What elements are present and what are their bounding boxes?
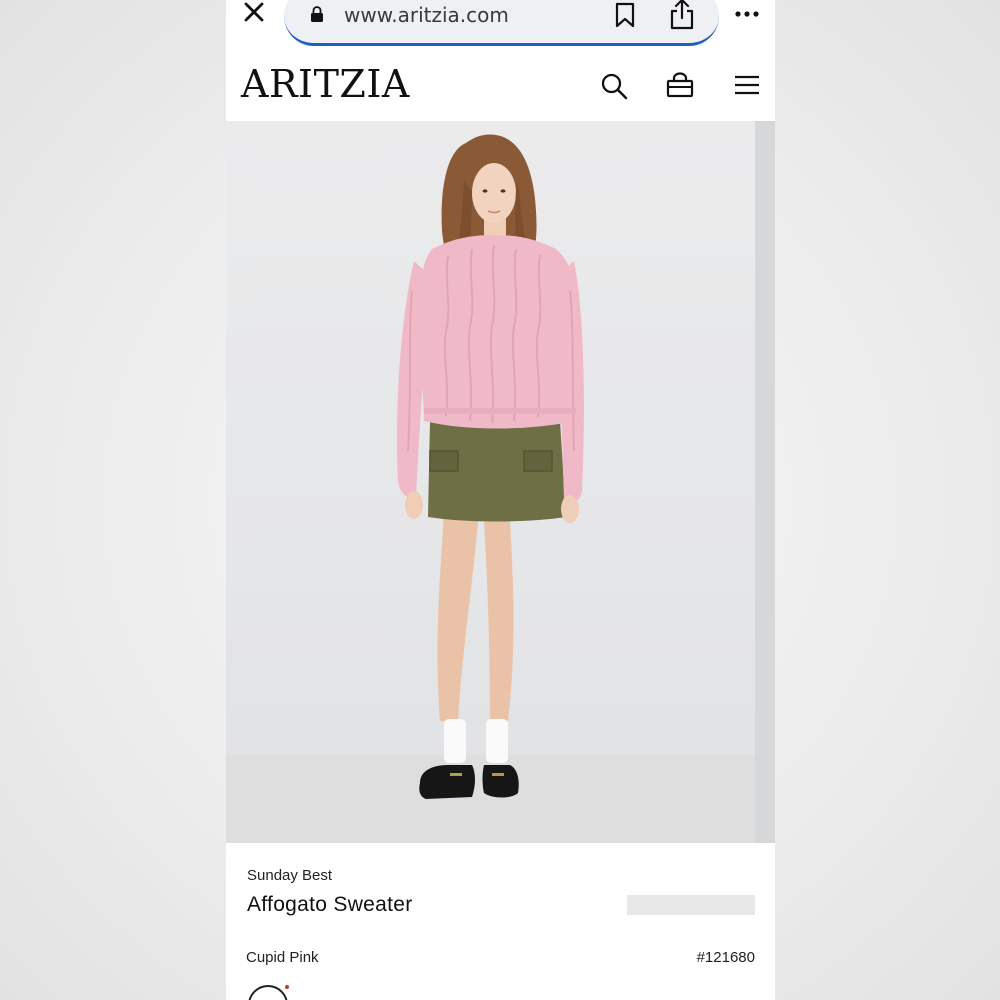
product-brand[interactable]: Sunday Best	[247, 867, 332, 884]
sweater-shape	[420, 235, 578, 429]
bookmark-icon	[615, 2, 635, 28]
bag-icon	[666, 72, 694, 98]
color-swatch[interactable]	[248, 985, 288, 1000]
close-icon	[244, 2, 264, 22]
close-button[interactable]	[240, 0, 268, 28]
share-icon	[670, 0, 694, 30]
swatch-indicator-dot	[285, 985, 289, 989]
lock-icon	[311, 6, 323, 22]
url-text: www.aritzia.com	[344, 3, 509, 27]
bookmark-button[interactable]	[614, 2, 636, 28]
more-options-button[interactable]	[734, 6, 760, 22]
share-button[interactable]	[669, 0, 695, 30]
price-placeholder	[627, 895, 755, 915]
shopping-bag-button[interactable]	[666, 72, 694, 98]
site-header: ARITZIA	[226, 50, 775, 121]
selected-color-name: Cupid Pink	[246, 949, 319, 966]
menu-button[interactable]	[734, 75, 760, 95]
search-icon	[601, 73, 628, 100]
site-logo[interactable]: ARITZIA	[241, 62, 410, 106]
product-sku: #121680	[696, 949, 755, 966]
phone-screen: www.aritzia.com ARITZIA Sunday Best Affo…	[226, 0, 775, 1000]
menu-icon	[735, 75, 759, 95]
browser-bar: www.aritzia.com	[226, 0, 775, 50]
more-icon	[735, 11, 759, 17]
model-figure	[396, 134, 584, 799]
product-name: Affogato Sweater	[247, 893, 413, 916]
product-image[interactable]	[226, 121, 775, 843]
product-info: Sunday Best Affogato Sweater Cupid Pink …	[226, 843, 775, 1000]
address-bar[interactable]: www.aritzia.com	[284, 0, 719, 46]
search-button[interactable]	[600, 72, 628, 100]
